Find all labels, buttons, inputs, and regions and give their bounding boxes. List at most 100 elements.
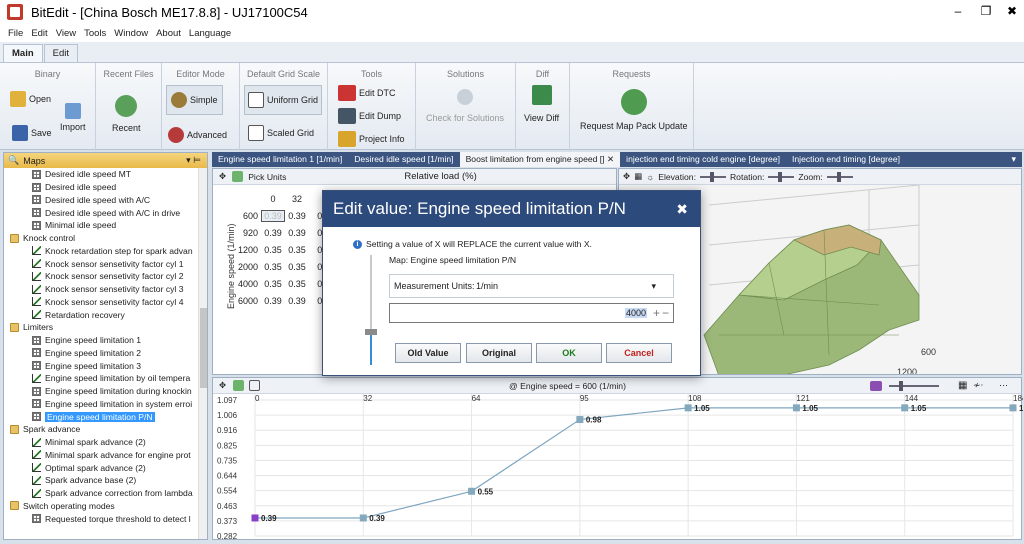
plus-icon[interactable]: + [653,306,660,320]
grid-cell[interactable]: 0.35 [285,262,309,272]
grid-cell[interactable]: 0.39 [285,296,309,306]
tree-item[interactable]: Requested torque threshold to detect l [4,512,199,525]
tree-item[interactable]: Minimal idle speed [4,219,199,232]
tree-item[interactable]: Desired idle speed [4,181,199,194]
tree-item[interactable]: Desired idle speed MT [4,168,199,181]
scroll-thumb[interactable] [200,308,207,388]
tree-item[interactable]: Engine speed limitation by oil tempera [4,372,199,385]
menu-about[interactable]: About [156,28,181,39]
point-mode-icon[interactable]: ⋯ [999,380,1008,391]
dialog-close-button[interactable]: ✖ [676,201,688,218]
move-icon[interactable]: ✥ [219,171,226,182]
tree-item[interactable]: Desired idle speed with A/C [4,194,199,207]
value-slider-track[interactable] [365,255,377,365]
restore-button[interactable]: ❐ [976,4,996,18]
recent-button[interactable]: Recent [112,95,141,133]
uniform-grid-button[interactable]: Uniform Grid [244,85,323,115]
tab-edit[interactable]: Edit [43,44,79,62]
line-mode-icon[interactable]: ≁⋅ [973,380,983,391]
view-diff-button[interactable]: View Diff [524,85,559,123]
edit-dtc-button[interactable]: Edit DTC [338,85,396,101]
tree-item[interactable]: Engine speed limitation in system erroi [4,398,199,411]
tree-item[interactable]: Engine speed limitation during knockin [4,385,199,398]
tree-item[interactable]: Engine speed limitation P/N [4,410,199,423]
document-tab[interactable]: Engine speed limitation 1 [1/min] [212,152,348,167]
rotation-slider[interactable] [768,171,795,182]
grid-toggle-icon[interactable]: ▦ [958,380,967,391]
pin-icon[interactable]: ▾ ⊨ [186,155,201,166]
move-icon[interactable]: ✥ [623,171,630,182]
grid-cell[interactable]: 0.35 [261,245,285,255]
original-button[interactable]: Original [466,343,532,363]
edit-dump-button[interactable]: Edit Dump [338,108,401,124]
pick-units-label[interactable]: Pick Units [248,172,286,182]
chart-zoom-slider[interactable] [889,381,939,391]
project-info-button[interactable]: Project Info [338,131,405,147]
value-slider-thumb[interactable] [365,329,377,335]
tree-item[interactable]: Minimal spark advance for engine prot [4,449,199,462]
table-icon[interactable] [232,171,244,182]
minimize-button[interactable]: – [948,4,968,18]
tree-folder[interactable]: Knock control [4,232,199,245]
grid-cell[interactable]: 0.35 [261,279,285,289]
tree-item[interactable]: Spark advance correction from lambda [4,487,199,500]
close-tab-icon[interactable]: ✕ [605,154,614,164]
menu-tools[interactable]: Tools [84,28,106,39]
document-tab[interactable]: Boost limitation from engine speed [] ✕ [459,152,621,167]
grid-cell[interactable]: 0.39 [261,296,285,306]
tree-item[interactable]: Optimal spark advance (2) [4,461,199,474]
tree-item[interactable]: Engine speed limitation 3 [4,359,199,372]
tree-folder[interactable]: Limiters [4,321,199,334]
tree-item[interactable]: Engine speed limitation 2 [4,347,199,360]
value-input[interactable]: 4000 + − [389,303,674,323]
maps-scrollbar[interactable] [198,168,207,539]
palette-icon[interactable] [870,381,882,391]
move-icon[interactable]: ✥ [219,380,226,391]
document-tab[interactable]: injection end timing cold engine [degree… [620,152,786,167]
tree-item[interactable]: Knock sensor sensetivity factor cyl 2 [4,270,199,283]
grid-cell[interactable]: 0.35 [261,262,285,272]
tree-item[interactable]: Knock sensor sensetivity factor cyl 3 [4,283,199,296]
document-tab[interactable]: Desired idle speed [1/min] [348,152,459,167]
light-icon[interactable]: ☼ [646,172,654,182]
close-button[interactable]: ✖ [1002,4,1022,18]
grid-cell[interactable]: 0.35 [285,245,309,255]
tree-item[interactable]: Knock sensor sensetivity factor cyl 4 [4,296,199,309]
tree-item[interactable]: Minimal spark advance (2) [4,436,199,449]
document-tab[interactable]: Injection end timing [degree] [786,152,906,167]
tab-overflow-icon[interactable]: ▾ [1011,154,1016,165]
old-value-button[interactable]: Old Value [395,343,461,363]
tree-item[interactable]: Engine speed limitation 1 [4,334,199,347]
elevation-slider[interactable] [699,171,726,182]
save-button[interactable]: Save [12,125,52,141]
tab-main[interactable]: Main [3,44,43,62]
tree-item[interactable]: Knock sensor sensetivity factor cyl 1 [4,257,199,270]
open-button[interactable]: Open [10,91,51,107]
menu-window[interactable]: Window [114,28,148,39]
tree-folder[interactable]: Spark advance [4,423,199,436]
grid-cell[interactable]: 0.39 [261,228,285,238]
grid-cell[interactable]: 0.39 [285,228,309,238]
units-select[interactable]: 1/min ▾ [476,281,656,292]
tree-item[interactable]: Knock retardation step for spark advan [4,245,199,258]
advanced-mode-button[interactable]: Advanced [168,127,227,143]
grid-cell[interactable]: 0.39 [261,209,285,222]
zoom-slider[interactable] [826,171,853,182]
tree-item[interactable]: Spark advance base (2) [4,474,199,487]
import-button[interactable]: Import [60,103,86,132]
tree-item[interactable]: Desired idle speed with A/C in drive [4,206,199,219]
simple-mode-button[interactable]: Simple [166,85,223,115]
grid-icon[interactable] [249,380,260,391]
minus-icon[interactable]: − [662,306,669,320]
grid-cell[interactable]: 0.39 [285,211,309,221]
grid-cell[interactable]: 0.35 [285,279,309,289]
menu-language[interactable]: Language [189,28,231,39]
request-map-pack-button[interactable]: Request Map Pack Update [580,89,688,131]
grid-toggle-icon[interactable]: ▦ [634,171,642,182]
scaled-grid-button[interactable]: Scaled Grid [248,125,314,141]
menu-file[interactable]: File [8,28,23,39]
menu-edit[interactable]: Edit [31,28,47,39]
table-icon[interactable] [233,380,244,391]
tree-folder[interactable]: Switch operating modes [4,500,199,513]
tree-item[interactable]: Retardation recovery [4,308,199,321]
